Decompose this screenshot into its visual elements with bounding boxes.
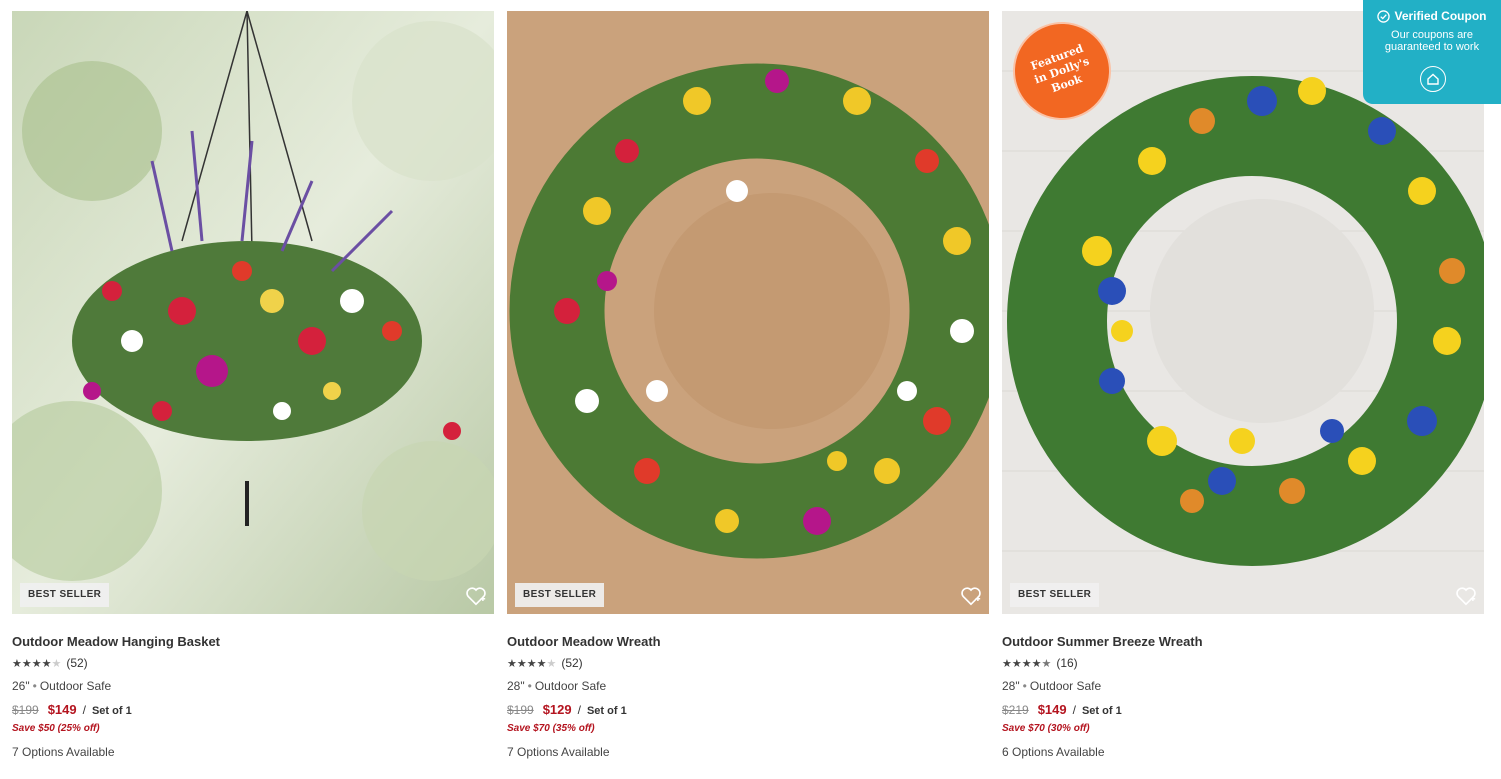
- set-quantity: Set of 1: [1081, 705, 1122, 717]
- product-image[interactable]: BEST SELLER: [12, 11, 494, 614]
- star-rating-icon: ★★★★★: [507, 657, 557, 670]
- sale-price: $129: [542, 702, 572, 717]
- product-title[interactable]: Outdoor Meadow Wreath: [507, 634, 989, 650]
- coupon-description: Our coupons are guaranteed to work: [1384, 29, 1480, 53]
- coupon-title-row: Verified Coupon: [1363, 9, 1501, 23]
- feature: Outdoor Safe: [39, 679, 112, 693]
- sale-price: $149: [1037, 702, 1067, 717]
- coupon-title: Verified Coupon: [1394, 9, 1487, 23]
- hanging-basket-photo: [12, 11, 494, 614]
- product-meta: 26" • Outdoor Safe: [12, 679, 112, 693]
- product-meta: 28" • Outdoor Safe: [1002, 679, 1102, 693]
- coupon-house-icon[interactable]: [1420, 66, 1446, 92]
- best-seller-badge: BEST SELLER: [515, 583, 605, 607]
- options-available[interactable]: 7 Options Available: [12, 745, 494, 761]
- original-price: $219: [1002, 703, 1029, 717]
- feature: Outdoor Safe: [534, 679, 607, 693]
- product-title[interactable]: Outdoor Summer Breeze Wreath: [1002, 634, 1484, 650]
- product-image[interactable]: BEST SELLER: [507, 11, 989, 614]
- price-row: $199 $129 / Set of 1: [507, 702, 627, 717]
- product-card[interactable]: BEST SELLER Outdoor Meadow Hanging Baske…: [12, 11, 494, 761]
- best-seller-badge: BEST SELLER: [1010, 583, 1100, 607]
- review-count[interactable]: (16): [1056, 656, 1077, 670]
- product-card[interactable]: Featured in Dolly's Book BEST SELLER Out…: [1002, 11, 1484, 761]
- options-available[interactable]: 6 Options Available: [1002, 745, 1484, 761]
- set-quantity: Set of 1: [91, 705, 132, 717]
- wishlist-heart-icon[interactable]: [1455, 585, 1477, 607]
- product-card[interactable]: BEST SELLER Outdoor Meadow Wreath ★★★★★ …: [507, 11, 989, 761]
- meadow-wreath-photo: [507, 11, 989, 614]
- review-count[interactable]: (52): [561, 656, 582, 670]
- product-title[interactable]: Outdoor Meadow Hanging Basket: [12, 634, 494, 650]
- savings-text: Save $70 (30% off): [1002, 723, 1090, 734]
- verified-coupon-widget[interactable]: Verified Coupon Our coupons are guarante…: [1363, 0, 1501, 104]
- price-row: $199 $149 / Set of 1: [12, 702, 132, 717]
- product-grid: BEST SELLER Outdoor Meadow Hanging Baske…: [12, 11, 1484, 761]
- review-count[interactable]: (52): [66, 656, 87, 670]
- savings-text: Save $50 (25% off): [12, 723, 100, 734]
- savings-text: Save $70 (35% off): [507, 723, 595, 734]
- feature: Outdoor Safe: [1029, 679, 1102, 693]
- original-price: $199: [507, 703, 534, 717]
- rating: ★★★★★ (52): [507, 655, 989, 671]
- best-seller-badge: BEST SELLER: [20, 583, 110, 607]
- options-available[interactable]: 7 Options Available: [507, 745, 989, 761]
- rating: ★★★★★ (16): [1002, 655, 1484, 671]
- wishlist-heart-icon[interactable]: [960, 585, 982, 607]
- check-circle-icon: [1377, 9, 1391, 23]
- product-meta: 28" • Outdoor Safe: [507, 679, 607, 693]
- sale-price: $149: [47, 702, 77, 717]
- set-quantity: Set of 1: [586, 705, 627, 717]
- rating: ★★★★★ (52): [12, 655, 494, 671]
- star-rating-icon: ★★★★★: [1002, 657, 1052, 670]
- size: 28": [507, 679, 525, 693]
- price-row: $219 $149 / Set of 1: [1002, 702, 1122, 717]
- size: 26": [12, 679, 30, 693]
- size: 28": [1002, 679, 1020, 693]
- star-rating-icon: ★★★★★: [12, 657, 62, 670]
- wishlist-heart-icon[interactable]: [465, 585, 487, 607]
- original-price: $199: [12, 703, 39, 717]
